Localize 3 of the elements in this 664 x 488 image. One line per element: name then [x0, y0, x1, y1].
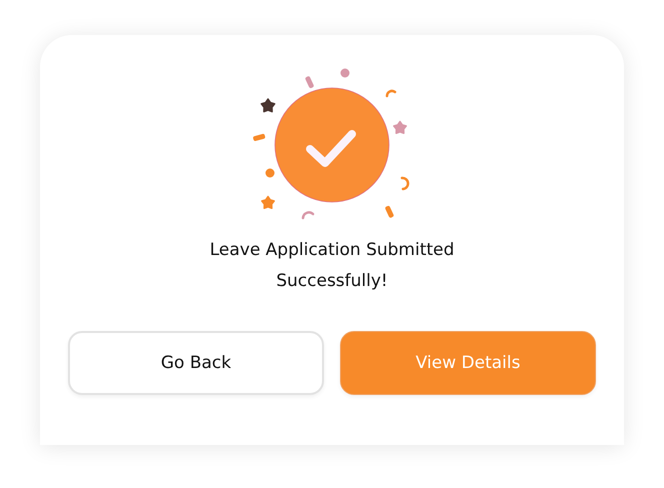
go-back-button[interactable]: Go Back [68, 331, 324, 395]
check-circle-icon [274, 88, 390, 202]
success-message: Leave Application Submitted Successfully! [208, 239, 456, 293]
